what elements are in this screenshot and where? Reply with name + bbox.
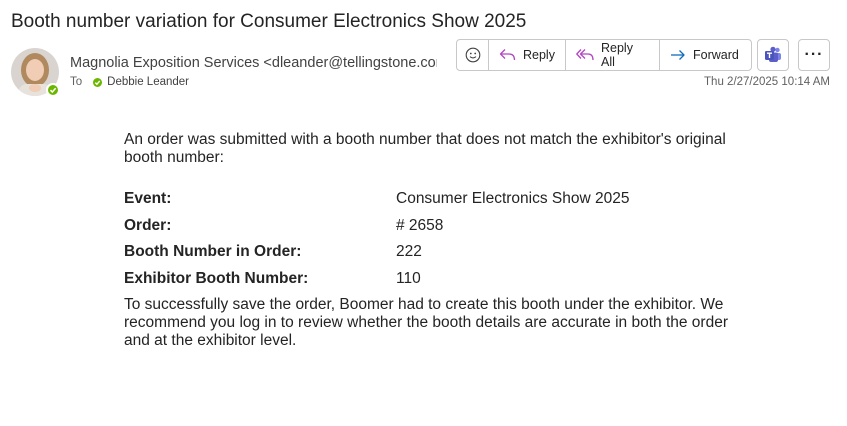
teams-icon [764, 46, 782, 64]
body-closing: To successfully save the order, Boomer h… [124, 296, 728, 349]
detail-label: Exhibitor Booth Number: [124, 269, 309, 287]
reaction-button[interactable] [457, 40, 489, 70]
reply-all-label: Reply All [601, 41, 633, 69]
sender-name[interactable]: Magnolia Exposition Services <dleander@t… [70, 55, 437, 71]
email-body: An order was submitted with a booth numb… [124, 131, 744, 350]
to-label: To [70, 76, 83, 88]
reply-label: Reply [523, 48, 555, 62]
presence-available-icon [46, 83, 60, 97]
forward-icon [670, 49, 686, 61]
detail-value: 110 [396, 269, 421, 287]
detail-value: 222 [396, 243, 422, 261]
more-actions-button[interactable]: ··· [798, 39, 830, 71]
reply-all-button[interactable]: Reply All [566, 40, 660, 70]
recipient-presence-icon [93, 77, 103, 87]
message-actions: Reply Reply All Forward [456, 39, 752, 71]
reply-all-icon [576, 48, 594, 62]
reply-icon [499, 48, 516, 62]
detail-row-order: Order: # 2658 [124, 213, 744, 240]
forward-button[interactable]: Forward [660, 40, 751, 70]
teams-chat-button[interactable] [757, 39, 789, 71]
recipient-name[interactable]: Debbie Leander [107, 76, 189, 88]
recipient-row: To Debbie Leander [70, 76, 189, 88]
detail-label: Event: [124, 190, 172, 208]
detail-row-booth-in-order: Booth Number in Order: 222 [124, 239, 744, 266]
reply-button[interactable]: Reply [489, 40, 566, 70]
detail-label: Order: [124, 216, 172, 234]
email-subject: Booth number variation for Consumer Elec… [11, 11, 527, 32]
detail-row-event: Event: Consumer Electronics Show 2025 [124, 186, 744, 213]
detail-value: Consumer Electronics Show 2025 [396, 190, 630, 208]
detail-label: Booth Number in Order: [124, 243, 302, 261]
emoji-icon [465, 47, 481, 63]
forward-label: Forward [693, 48, 739, 62]
detail-row-exhibitor-booth: Exhibitor Booth Number: 110 [124, 266, 744, 293]
email-timestamp: Thu 2/27/2025 10:14 AM [704, 76, 830, 88]
detail-value: # 2658 [396, 216, 444, 234]
body-intro: An order was submitted with a booth numb… [124, 131, 726, 166]
